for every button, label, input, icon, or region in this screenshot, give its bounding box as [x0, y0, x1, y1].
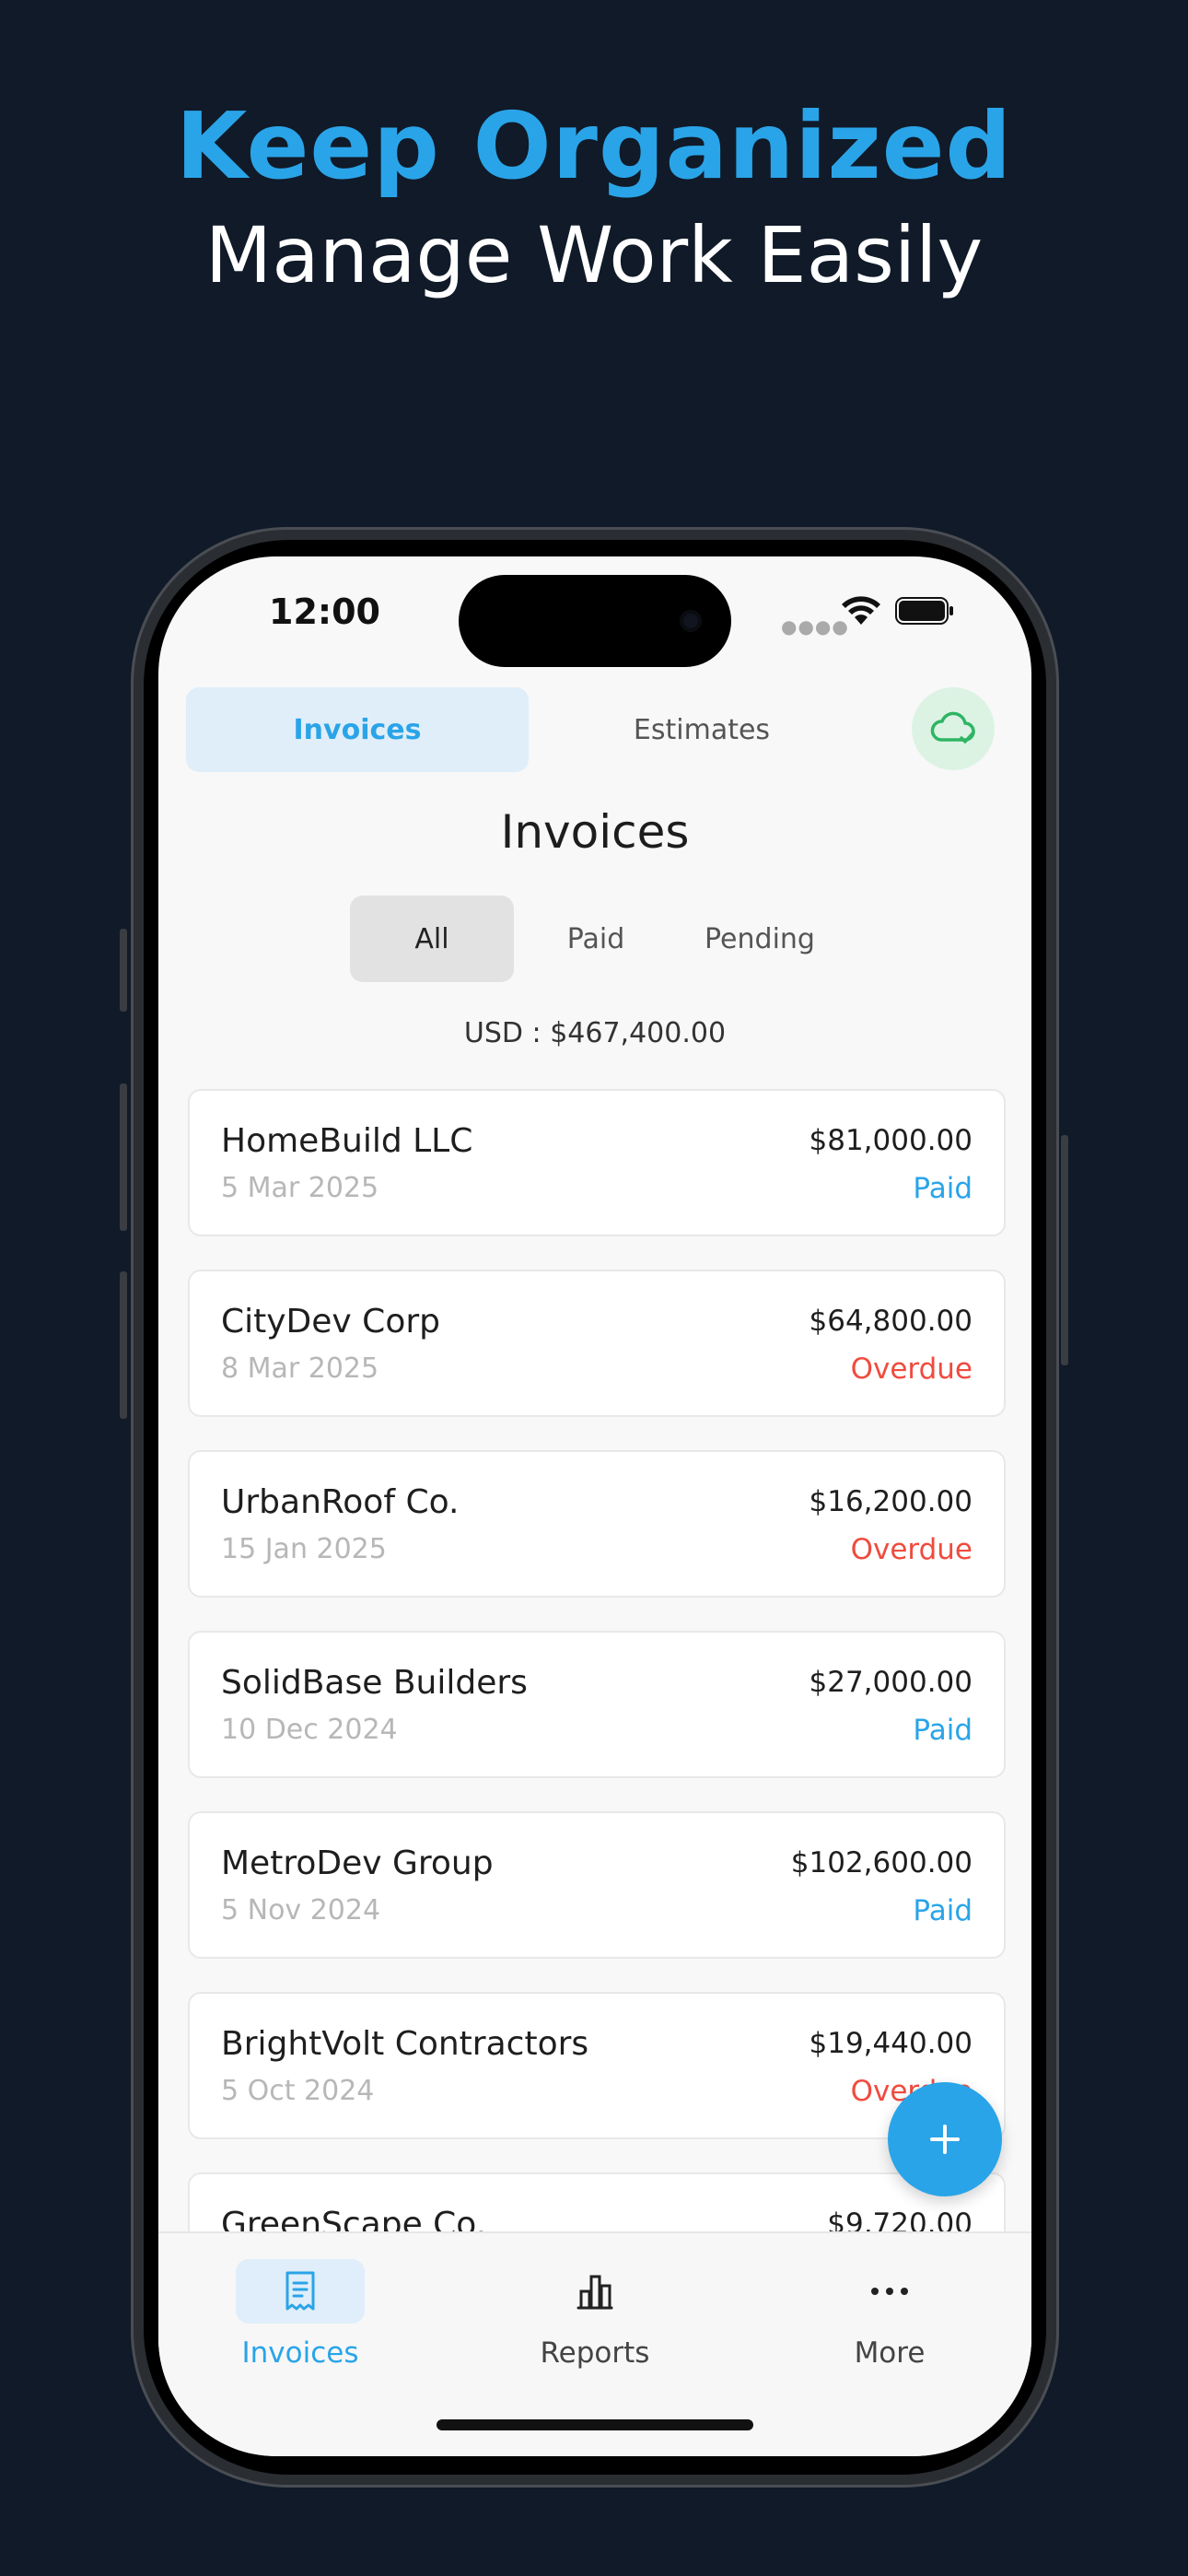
status-badge: Overdue	[850, 1352, 973, 1386]
bar-chart-icon	[577, 2275, 613, 2310]
status-time: 12:00	[269, 591, 380, 632]
home-indicator	[437, 2419, 753, 2430]
status-badge: Overdue	[850, 1533, 973, 1566]
client-name: SolidBase Builders	[221, 1664, 528, 1702]
status-filter: All Paid Pending	[350, 896, 840, 982]
client-name: UrbanRoof Co.	[221, 1483, 460, 1521]
dynamic-island	[459, 575, 731, 667]
filter-paid[interactable]: Paid	[514, 896, 678, 982]
filter-all[interactable]: All	[350, 896, 514, 982]
action-button	[120, 929, 127, 1012]
invoice-card[interactable]: UrbanRoof Co. 15 Jan 2025 $16,200.00 Ove…	[188, 1450, 1006, 1598]
page-title: Invoices	[500, 805, 690, 859]
filter-pending[interactable]: Pending	[678, 896, 842, 982]
total-amount: USD : $467,400.00	[463, 1017, 727, 1049]
plus-icon	[930, 2125, 960, 2154]
status-badge: Paid	[913, 1172, 973, 1205]
invoice-card[interactable]: SolidBase Builders 10 Dec 2024 $27,000.0…	[188, 1631, 1006, 1778]
invoice-amount: $81,000.00	[809, 1124, 973, 1157]
document-type-tabs: Invoices Estimates	[186, 687, 873, 772]
invoice-card[interactable]: HomeBuild LLC 5 Mar 2025 $81,000.00 Paid	[188, 1089, 1006, 1236]
tab-bar-more[interactable]: More	[751, 2259, 1028, 2370]
invoice-amount: $27,000.00	[809, 1666, 973, 1699]
invoice-amount: $64,800.00	[809, 1305, 973, 1338]
invoice-date: 10 Dec 2024	[221, 1714, 398, 1746]
invoice-date: 5 Oct 2024	[221, 2075, 375, 2107]
invoice-card[interactable]: BrightVolt Contractors 5 Oct 2024 $19,44…	[188, 1992, 1006, 2139]
power-button	[1061, 1135, 1068, 1365]
volume-up-button	[120, 1083, 127, 1231]
invoice-amount: $19,440.00	[809, 2027, 973, 2060]
invoice-card[interactable]: CityDev Corp 8 Mar 2025 $64,800.00 Overd…	[188, 1270, 1006, 1417]
tab-bar-more-label: More	[854, 2336, 926, 2370]
add-invoice-button[interactable]	[888, 2082, 1002, 2196]
volume-down-button	[120, 1271, 127, 1419]
invoice-date: 5 Nov 2024	[221, 1894, 381, 1926]
ellipsis-icon	[871, 2288, 908, 2295]
invoice-amount: $102,600.00	[790, 1846, 973, 1879]
invoice-amount: $16,200.00	[809, 1485, 973, 1518]
hero-subtitle: Manage Work Easily	[204, 210, 984, 300]
tab-bar-invoices-label: Invoices	[241, 2336, 359, 2370]
tab-estimates[interactable]: Estimates	[530, 687, 873, 772]
tab-invoices[interactable]: Invoices	[186, 687, 529, 772]
invoice-date: 15 Jan 2025	[221, 1533, 387, 1565]
wifi-icon	[842, 596, 880, 625]
invoice-date: 5 Mar 2025	[221, 1172, 379, 1204]
hero-title: Keep Organized	[175, 92, 1013, 200]
tab-bar-invoices[interactable]: Invoices	[162, 2259, 438, 2370]
client-name: HomeBuild LLC	[221, 1122, 473, 1160]
status-badge: Paid	[913, 1714, 973, 1747]
camera-icon	[680, 610, 702, 632]
tab-bar-reports[interactable]: Reports	[457, 2259, 733, 2370]
signal-icon: ●●●●	[781, 615, 849, 638]
client-name: MetroDev Group	[221, 1844, 494, 1882]
status-badge: Paid	[913, 1894, 973, 1927]
cloud-check-icon	[930, 711, 975, 744]
invoice-date: 8 Mar 2025	[221, 1352, 379, 1385]
battery-icon	[895, 597, 953, 625]
app-screen: 12:00 ●●●● Invoices Estimates Invoices A…	[158, 556, 1031, 2456]
client-name: BrightVolt Contractors	[221, 2025, 589, 2063]
cloud-sync-button[interactable]	[912, 687, 995, 770]
receipt-icon	[285, 2271, 315, 2311]
client-name: CityDev Corp	[221, 1303, 440, 1341]
invoice-card[interactable]: MetroDev Group 5 Nov 2024 $102,600.00 Pa…	[188, 1811, 1006, 1959]
tab-bar-reports-label: Reports	[540, 2336, 650, 2370]
